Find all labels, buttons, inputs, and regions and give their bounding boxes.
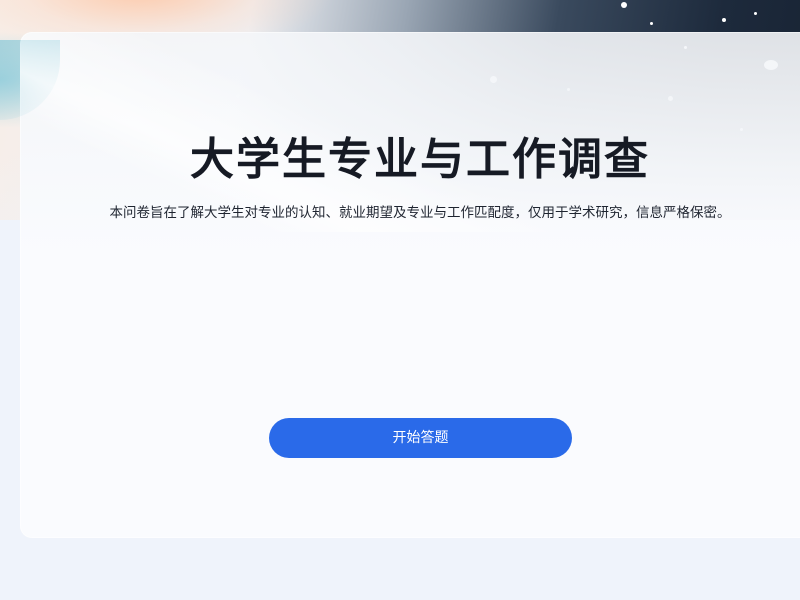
- start-survey-button[interactable]: 开始答题: [269, 418, 572, 458]
- survey-card: [20, 32, 800, 538]
- sparkle-decoration: [722, 18, 726, 22]
- sparkle-decoration: [754, 12, 757, 15]
- sparkle-decoration: [650, 22, 653, 25]
- sparkle-decoration: [621, 2, 627, 8]
- survey-title: 大学生专业与工作调查: [190, 134, 650, 185]
- survey-description: 本问卷旨在了解大学生对专业的认知、就业期望及专业与工作匹配度，仅用于学术研究，信…: [109, 205, 731, 221]
